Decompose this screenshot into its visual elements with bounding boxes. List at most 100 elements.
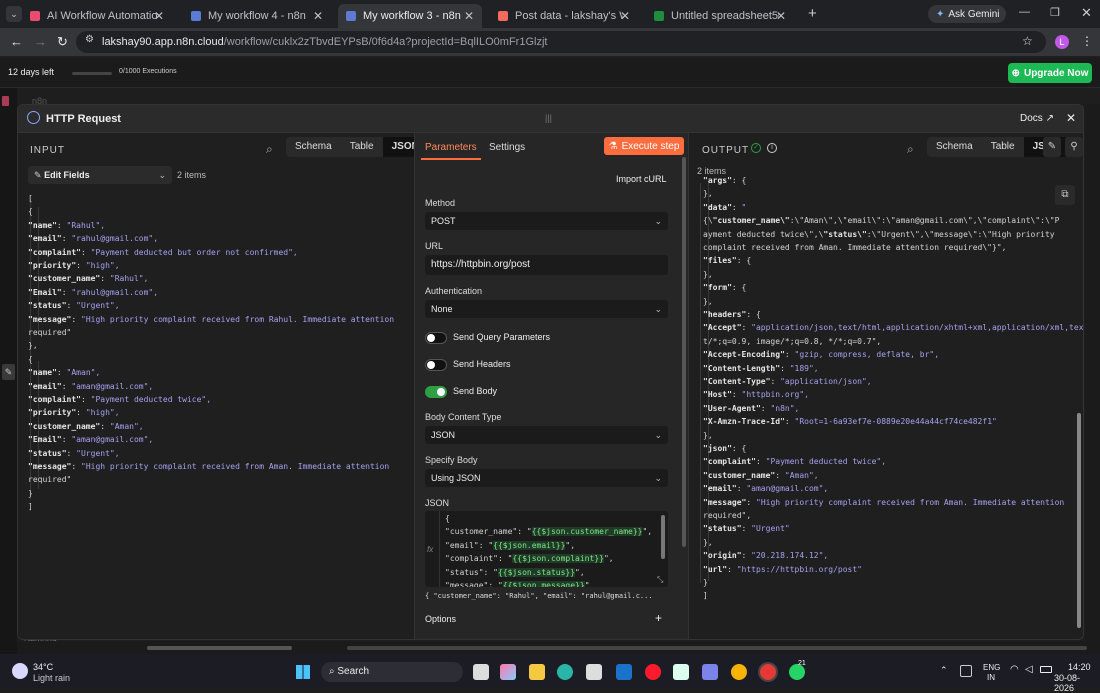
copy-icon[interactable]: ⧉	[1055, 185, 1075, 205]
drag-handle-icon[interactable]: |||	[545, 113, 552, 123]
browser-tab-title: Untitled spreadsheet50 - Goog	[671, 10, 779, 22]
reload-icon[interactable]: ↻	[57, 34, 68, 50]
tab-search-button[interactable]: ⌄	[6, 6, 22, 22]
send-query-label: Send Query Parameters	[453, 332, 551, 342]
copilot-icon[interactable]	[500, 664, 516, 680]
send-headers-label: Send Headers	[453, 359, 511, 369]
view-tab-table[interactable]: Table	[341, 137, 383, 157]
site-info-icon[interactable]: ⚙	[85, 34, 94, 45]
view-tab-schema[interactable]: Schema	[927, 137, 982, 157]
close-tab-icon[interactable]: ✕	[313, 9, 323, 23]
close-tab-icon[interactable]: ✕	[154, 9, 164, 23]
json-line: "customer_name": "Aman",	[28, 421, 144, 431]
body-content-type-dropdown[interactable]: JSON ⌄	[425, 426, 668, 444]
ask-gemini-button[interactable]: ✦ Ask Gemini	[928, 5, 1006, 23]
wifi-icon[interactable]: ◠	[1010, 664, 1019, 675]
method-dropdown[interactable]: POST ⌄	[425, 212, 668, 230]
json-line: "status": "Urgent",	[28, 301, 120, 311]
json-body-editor[interactable]: fx { "customer_name": "{{$json.customer_…	[425, 511, 668, 587]
language-code[interactable]: ENG	[983, 663, 1000, 672]
mid-scrollbar[interactable]	[682, 157, 686, 547]
expand-editor-icon[interactable]: ⤡	[657, 575, 663, 585]
file-explorer-icon[interactable]	[529, 664, 545, 680]
info-icon[interactable]: i	[767, 143, 777, 153]
external-link-icon: ↗	[1045, 113, 1054, 124]
taskbar-search[interactable]: ⌕ Search	[321, 662, 463, 682]
tray-icon[interactable]	[960, 665, 972, 677]
edge-icon[interactable]	[557, 664, 573, 680]
favicon-icon	[191, 11, 201, 21]
windows-start-icon[interactable]	[296, 665, 310, 679]
clock-time[interactable]: 14:20	[1068, 662, 1091, 672]
view-tab-schema[interactable]: Schema	[286, 137, 341, 157]
weather-icon[interactable]	[12, 663, 28, 679]
json-line: "status": "Urgent"	[703, 524, 790, 534]
execute-step-button[interactable]: ⚗ Execute step	[604, 137, 684, 155]
docs-link[interactable]: Docs ↗	[1020, 113, 1054, 124]
send-headers-toggle[interactable]	[425, 359, 447, 371]
teams-icon[interactable]	[702, 664, 718, 680]
outlook-icon[interactable]	[616, 664, 632, 680]
node-title[interactable]: HTTP Request	[46, 113, 121, 125]
authentication-dropdown[interactable]: None ⌄	[425, 300, 668, 318]
search-icon[interactable]: ⌕	[907, 142, 914, 157]
json-line: "customer_name": "Rahul",	[28, 274, 149, 284]
send-query-toggle[interactable]	[425, 332, 447, 344]
view-tab-table[interactable]: Table	[982, 137, 1024, 157]
json-line: "email": "rahul@gmail.com",	[28, 234, 159, 244]
body-content-type-value: JSON	[431, 430, 456, 440]
app-sidebar-background: ✎ Settings	[0, 88, 57, 654]
close-tab-icon[interactable]: ✕	[464, 9, 474, 23]
json-line: "Email": "rahul@gmail.com",	[28, 287, 159, 297]
close-tab-icon[interactable]: ✕	[776, 9, 786, 23]
specify-body-dropdown[interactable]: Using JSON ⌄	[425, 469, 668, 487]
minimize-button[interactable]: —	[1019, 6, 1030, 18]
upgrade-now-button[interactable]: ⊕ Upgrade Now	[1008, 63, 1092, 83]
tab-settings[interactable]: Settings	[489, 142, 525, 153]
parameters-panel: Parameters Settings ⚗ Execute step Import…	[414, 133, 689, 639]
store-icon[interactable]	[586, 664, 602, 680]
json-line: "email": "aman@gmail.com",	[703, 484, 829, 494]
profile-avatar[interactable]: L	[1055, 35, 1069, 49]
url-input[interactable]: https://httpbin.org/post	[425, 255, 668, 275]
tab-parameters[interactable]: Parameters	[425, 142, 477, 153]
browser-tab[interactable]: My workflow 4 - n8n ✕	[183, 4, 331, 28]
url-field[interactable]: ⚙ lakshay90.app.n8n.cloud/workflow/cuklx…	[76, 31, 1046, 53]
close-modal-icon[interactable]: ✕	[1066, 111, 1076, 125]
horizontal-scrollbar[interactable]	[147, 646, 292, 650]
horizontal-scrollbar[interactable]	[347, 646, 1087, 650]
output-scrollbar[interactable]	[1077, 413, 1081, 628]
edit-output-icon[interactable]: ✎	[1043, 137, 1061, 157]
search-icon[interactable]: ⌕	[266, 142, 273, 157]
tray-chevron-icon[interactable]: ⌃	[940, 665, 948, 676]
opera-icon[interactable]	[645, 664, 661, 680]
browser-menu-icon[interactable]: ⋮	[1081, 34, 1093, 48]
edit-icon[interactable]: ✎	[2, 364, 15, 380]
bookmark-star-icon[interactable]: ☆	[1022, 34, 1033, 48]
json-body-line: "customer_name": "{{$json.customer_name}…	[445, 527, 653, 537]
chevron-down-icon: ⌄	[654, 430, 662, 440]
browser-tab[interactable]: Post data - lakshay's Workspac✕	[490, 4, 638, 28]
maximize-button[interactable]: ❐	[1050, 6, 1060, 19]
send-body-toggle[interactable]	[425, 386, 447, 398]
browser-tab[interactable]: My workflow 3 - n8n ✕	[338, 4, 482, 28]
close-window-button[interactable]: ✕	[1081, 5, 1092, 21]
browser-tab[interactable]: Untitled spreadsheet50 - Goog✕	[646, 4, 794, 28]
volume-icon[interactable]: ◁	[1025, 664, 1033, 675]
task-view-icon[interactable]	[473, 664, 489, 680]
editor-scrollbar[interactable]	[661, 515, 665, 559]
add-option-icon[interactable]: +	[655, 611, 662, 625]
chrome-icon[interactable]	[760, 664, 776, 680]
node-select-dropdown[interactable]: ✎ Edit Fields ⌄	[28, 166, 172, 184]
clock-date: 30-08-2026	[1054, 673, 1081, 693]
browser-app-icon[interactable]	[731, 664, 747, 680]
back-icon[interactable]: ←	[10, 34, 23, 49]
import-curl-button[interactable]: Import cURL	[616, 174, 667, 184]
pin-icon[interactable]: ⚲	[1065, 137, 1083, 157]
excel-icon[interactable]	[673, 664, 689, 680]
new-tab-button[interactable]: +	[808, 5, 817, 22]
forward-icon[interactable]: →	[34, 34, 47, 49]
battery-icon[interactable]	[1040, 666, 1052, 673]
browser-tab[interactable]: AI Workflow Automation Platfo✕	[22, 4, 172, 28]
close-tab-icon[interactable]: ✕	[620, 9, 630, 23]
